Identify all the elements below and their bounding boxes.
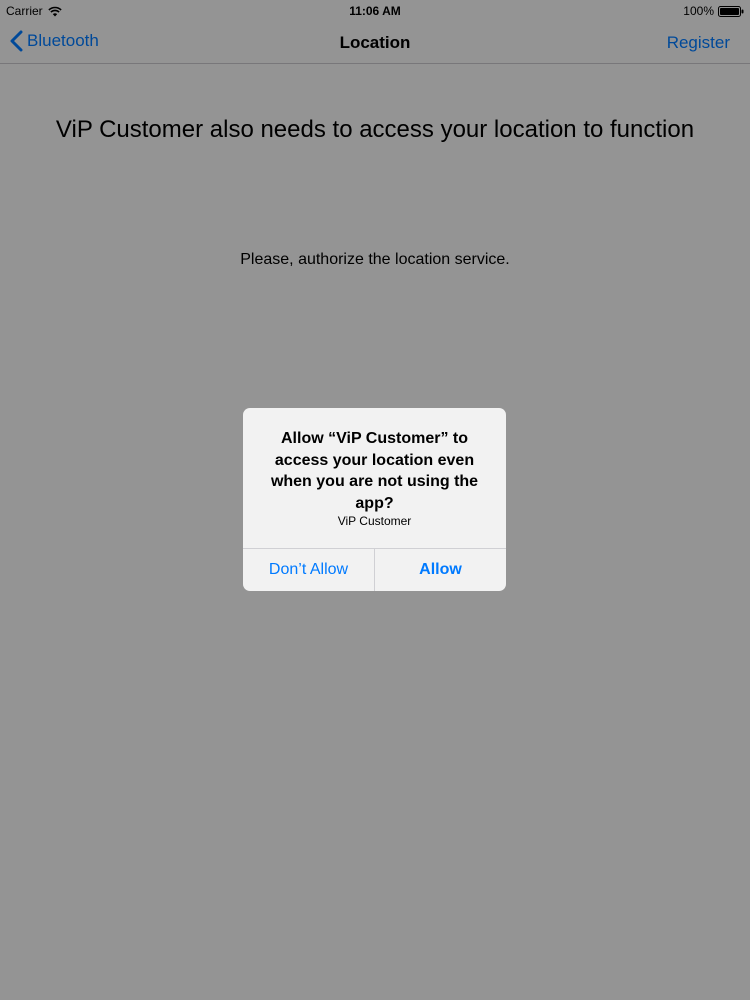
allow-button[interactable]: Allow <box>375 549 506 591</box>
dont-allow-button[interactable]: Don’t Allow <box>243 549 374 591</box>
location-permission-alert: Allow “ViP Customer” to access your loca… <box>243 408 506 591</box>
alert-title: Allow “ViP Customer” to access your loca… <box>270 430 479 512</box>
alert-message: ViP Customer <box>337 514 412 528</box>
